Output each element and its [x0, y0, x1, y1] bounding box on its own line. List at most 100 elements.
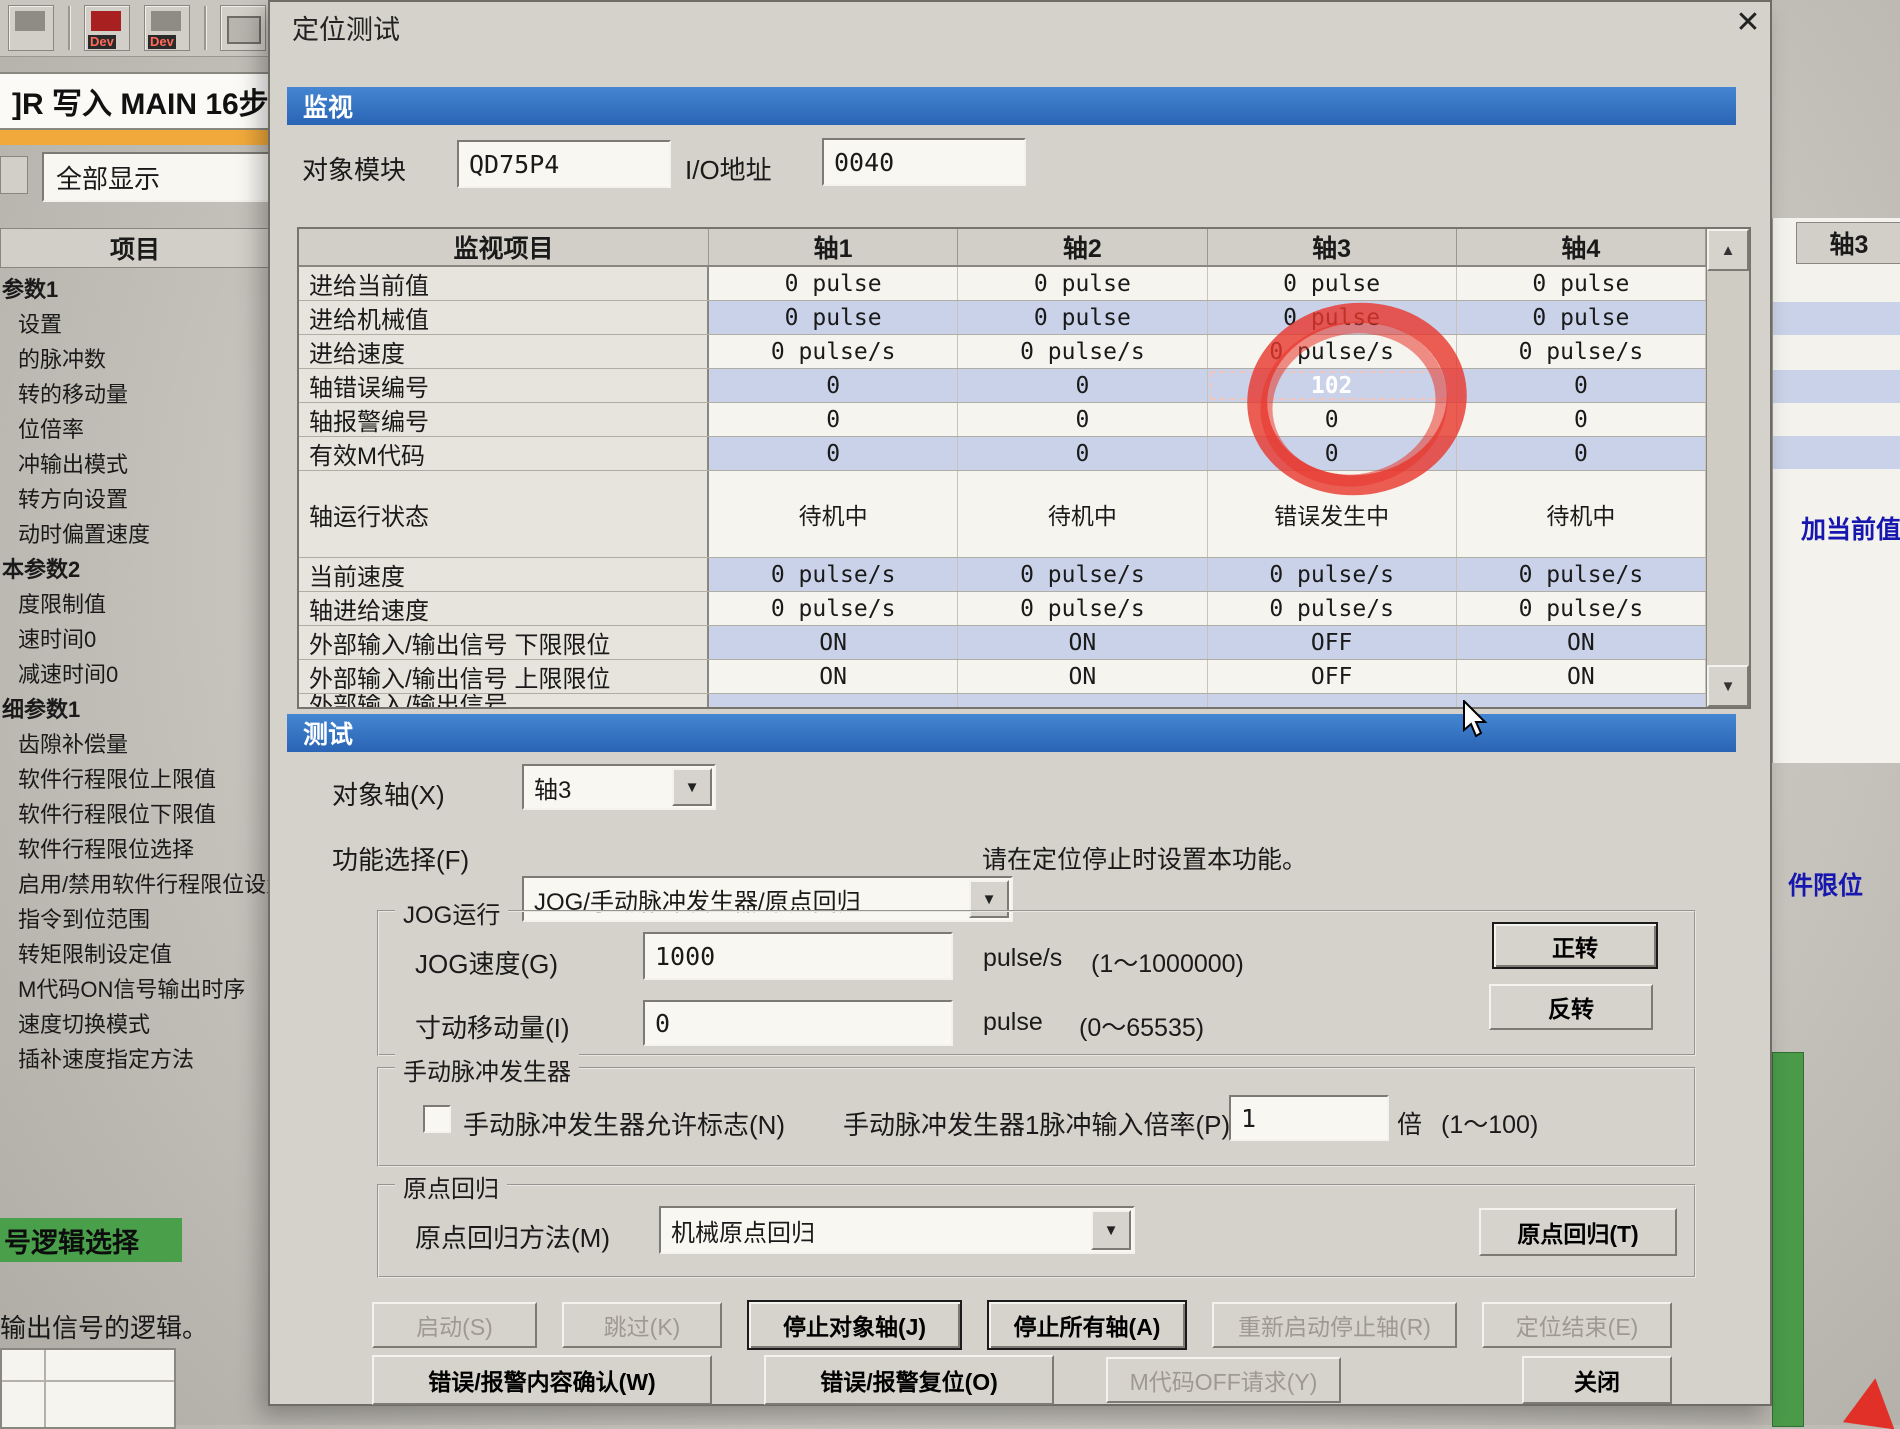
- dialog-button[interactable]: 关闭: [1522, 1356, 1672, 1404]
- dev-icon-glyph: [151, 11, 181, 31]
- mpg-rate-value: 1: [1241, 1104, 1256, 1133]
- monitor-cell: 0: [958, 369, 1207, 402]
- monitor-row-label: 外部输入/输出信号 下限限位: [299, 626, 709, 659]
- jog-speed-input[interactable]: 1000: [643, 932, 953, 980]
- sidebar-item[interactable]: 转的移动量: [0, 377, 268, 412]
- reverse-button[interactable]: 反转: [1489, 984, 1653, 1030]
- inch-move-range: (0～65535): [1079, 1008, 1204, 1044]
- right-label-limit: 件限位: [1788, 866, 1863, 902]
- toolbar-divider: [204, 6, 206, 50]
- inch-move-label: 寸动移动量(I): [415, 1008, 570, 1045]
- mpg-enable-checkbox[interactable]: [423, 1105, 451, 1133]
- opr-method-dropdown[interactable]: 机械原点回归 ▼: [659, 1206, 1135, 1254]
- sidebar-item[interactable]: 本参数2: [0, 552, 268, 587]
- sidebar-item[interactable]: 软件行程限位选择: [0, 832, 268, 867]
- sidebar-item[interactable]: 转方向设置: [0, 482, 268, 517]
- monitor-cell: 0 pulse/s: [709, 592, 958, 625]
- mouse-cursor: [1462, 700, 1496, 740]
- opr-start-button[interactable]: 原点回归(T): [1479, 1208, 1677, 1256]
- logic-description-text: 输出信号的逻辑。: [0, 1313, 208, 1343]
- sidebar-item[interactable]: 速时间0: [0, 622, 268, 657]
- monitor-row-label: 进给机械值: [299, 301, 709, 334]
- module-field[interactable]: QD75P4: [457, 140, 671, 188]
- dev-icon-2[interactable]: Dev: [144, 5, 190, 51]
- monitor-cell: 0 pulse: [1457, 301, 1706, 334]
- dialog-button[interactable]: 停止对象轴(J): [747, 1300, 962, 1350]
- monitor-cell: 0 pulse/s: [1457, 592, 1706, 625]
- forward-button[interactable]: 正转: [1492, 922, 1658, 969]
- opr-group-label: 原点回归: [395, 1169, 507, 1204]
- sidebar-item[interactable]: 冲输出模式: [0, 447, 268, 482]
- table-row: 轴运行状态待机中待机中错误发生中待机中: [299, 471, 1706, 558]
- monitor-cell: [1208, 694, 1457, 707]
- monitor-col-header: 轴2: [958, 229, 1207, 265]
- sidebar-item[interactable]: 设置: [0, 307, 268, 342]
- sidebar-item[interactable]: 转矩限制设定值: [0, 937, 268, 972]
- sidebar-item[interactable]: 软件行程限位上限值: [0, 762, 268, 797]
- sidebar-item[interactable]: 启用/禁用软件行程限位设置: [0, 867, 268, 902]
- function-note: 请在定位停止时设置本功能。: [982, 840, 1307, 876]
- io-address-field[interactable]: 0040: [822, 138, 1026, 186]
- dev-badge: Dev: [148, 35, 176, 49]
- sidebar-item[interactable]: 软件行程限位下限值: [0, 797, 268, 832]
- project-icon[interactable]: [8, 5, 54, 51]
- sidebar-item[interactable]: 齿隙补偿量: [0, 727, 268, 762]
- monitor-cell: ON: [1457, 626, 1706, 659]
- sidebar-item[interactable]: 度限制值: [0, 587, 268, 622]
- dialog-button[interactable]: 错误/报警复位(O): [764, 1355, 1054, 1405]
- toolbar-divider: [68, 6, 70, 50]
- sidebar-item[interactable]: 速度切换模式: [0, 1007, 268, 1042]
- right-row-band: [1773, 436, 1900, 469]
- sidebar-item[interactable]: M代码ON信号输出时序: [0, 972, 268, 1007]
- function-select-label: 功能选择(F): [332, 840, 469, 877]
- sidebar-item[interactable]: 动时偏置速度: [0, 517, 268, 552]
- dev-icon-1[interactable]: Dev: [84, 5, 130, 51]
- dialog-button[interactable]: 停止所有轴(A): [987, 1300, 1187, 1350]
- side-mini-box: [0, 156, 28, 194]
- dialog-button[interactable]: 错误/报警内容确认(W): [372, 1355, 712, 1405]
- sidebar-item[interactable]: 位倍率: [0, 412, 268, 447]
- monitor-cell: 待机中: [958, 471, 1207, 557]
- mpg-group: 手动脉冲发生器 手动脉冲发生器允许标志(N) 手动脉冲发生器1脉冲输入倍率(P)…: [377, 1067, 1696, 1167]
- table-scrollbar[interactable]: ▲ ▼: [1706, 229, 1749, 707]
- target-axis-label: 对象轴(X): [332, 775, 445, 812]
- monitor-cell: 待机中: [709, 471, 958, 557]
- sidebar-item[interactable]: 插补速度指定方法: [0, 1042, 268, 1077]
- sidebar-item[interactable]: 细参数1: [0, 692, 268, 727]
- dialog-button: M代码OFF请求(Y): [1106, 1357, 1341, 1403]
- logic-select-label: 号逻辑选择: [4, 1221, 139, 1260]
- tree-header-label: 项目: [110, 230, 160, 266]
- sidebar-item[interactable]: 指令到位范围: [0, 902, 268, 937]
- target-axis-dropdown[interactable]: 轴3 ▼: [522, 764, 716, 810]
- monitor-row-label: 进给当前值: [299, 267, 709, 300]
- monitor-cell: ON: [958, 626, 1207, 659]
- inch-move-input[interactable]: 0: [643, 1000, 953, 1046]
- monitor-cell: 0 pulse/s: [1208, 558, 1457, 591]
- right-axis-label: 轴3: [1830, 225, 1869, 261]
- monitor-row-label: 轴错误编号: [299, 369, 709, 402]
- sidebar-item[interactable]: 减速时间0: [0, 657, 268, 692]
- scroll-down-icon[interactable]: ▼: [1707, 665, 1749, 707]
- close-icon[interactable]: ✕: [1728, 4, 1768, 40]
- sidebar-item[interactable]: 的脉冲数: [0, 342, 268, 377]
- mpg-rate-input[interactable]: 1: [1229, 1095, 1389, 1141]
- opr-method-value: 机械原点回归: [671, 1213, 815, 1248]
- mpg-rate-unit: 倍: [1397, 1105, 1422, 1141]
- inch-move-value: 0: [655, 1009, 670, 1038]
- scroll-up-icon[interactable]: ▲: [1707, 229, 1749, 271]
- display-filter-dropdown[interactable]: 全部显示: [42, 152, 276, 202]
- jog-speed-range: (1～1000000): [1091, 944, 1244, 980]
- parameter-tree: 参数1设置的脉冲数转的移动量位倍率冲输出模式转方向设置动时偏置速度本参数2度限制…: [0, 272, 268, 1118]
- io-address-value: 0040: [834, 148, 894, 177]
- monitor-cell: 0 pulse: [1208, 267, 1457, 300]
- monitor-cell: 0: [1457, 437, 1706, 470]
- monitor-row-label: 有效M代码: [299, 437, 709, 470]
- chevron-down-icon[interactable]: ▼: [672, 768, 712, 806]
- monitor-cell: [958, 694, 1207, 707]
- monitor-cell: 0 pulse/s: [958, 558, 1207, 591]
- monitor-cell: 错误发生中: [1208, 471, 1457, 557]
- sidebar-item[interactable]: 参数1: [0, 272, 268, 307]
- monitor-window-icon[interactable]: [220, 5, 266, 51]
- chevron-down-icon[interactable]: ▼: [1091, 1210, 1131, 1250]
- monitor-row-label: 轴运行状态: [299, 471, 709, 557]
